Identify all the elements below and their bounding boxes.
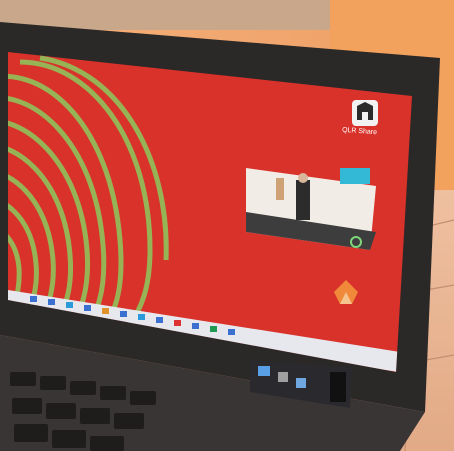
- qr-share-icon[interactable]: [352, 100, 378, 126]
- photo-scene: QLR Share: [0, 0, 454, 451]
- scene-drawing: [0, 0, 454, 451]
